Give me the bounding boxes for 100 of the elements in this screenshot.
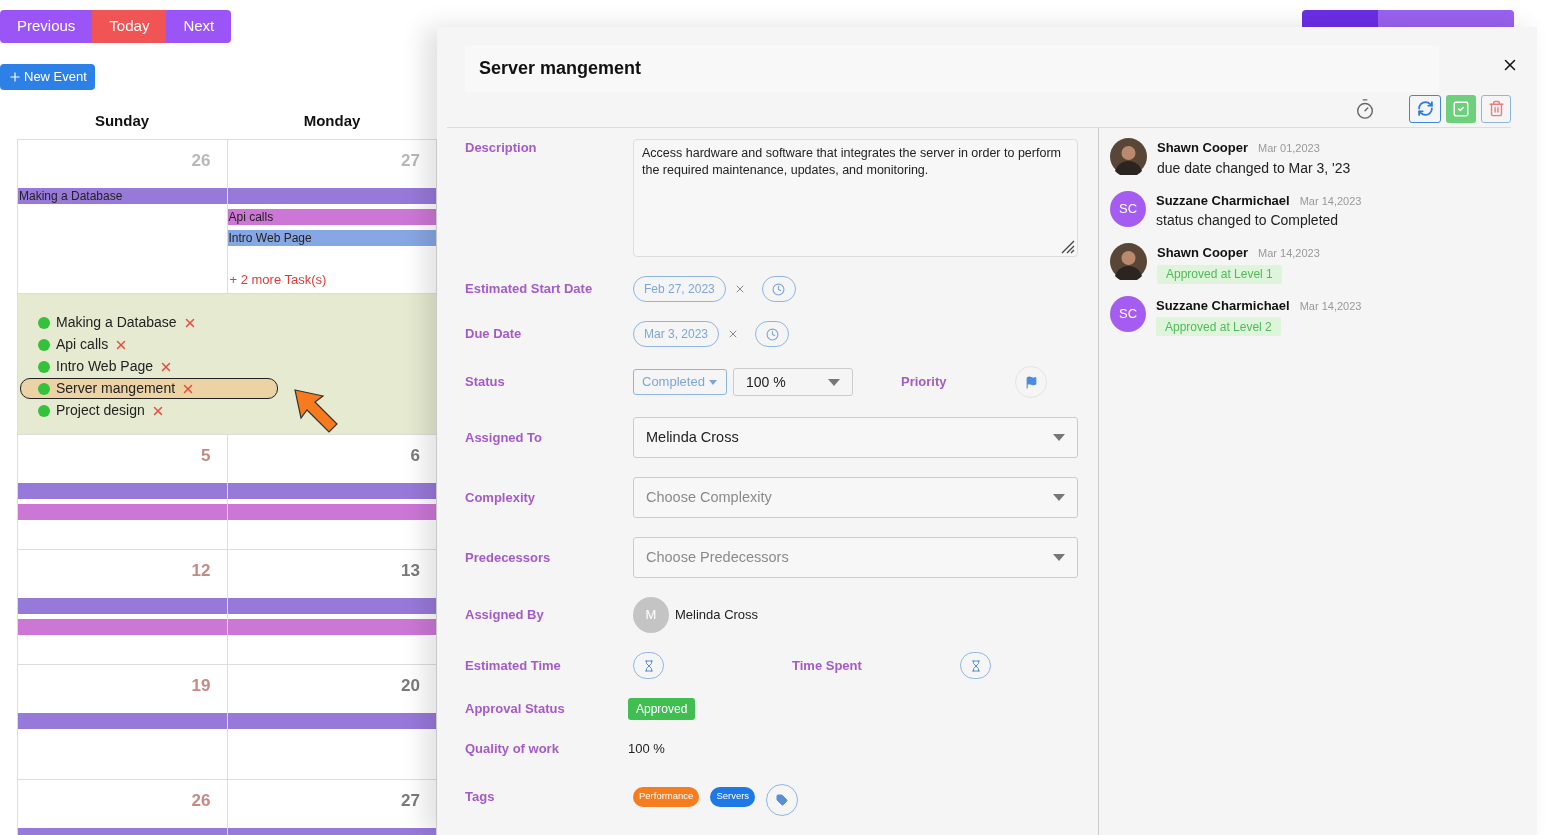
event-bar[interactable] [227,482,436,499]
field-label: Estimated Time [465,656,562,675]
activity-text: status changed to Completed [1156,211,1340,230]
activity-author: Suzzane Charmichael [1156,296,1290,315]
user-avatar [1110,243,1147,280]
clock-icon [772,282,786,296]
field-label: Approval Status [465,700,566,718]
field-label: Assigned To [465,428,544,447]
day-cell[interactable]: 27 [227,780,437,835]
stopwatch-icon[interactable] [1354,97,1376,120]
event-bar[interactable] [18,503,227,520]
day-number: 5 [201,445,211,467]
activity-date: Mar 14,2023 [1299,193,1362,209]
day-cell[interactable]: 6 [227,435,437,550]
day-cell[interactable]: 27 Api calls Intro Web Page + 2 more Task(s) [227,140,437,294]
task-list-item[interactable]: Intro Web Page [20,356,278,377]
day-number: 6 [410,445,420,467]
activity-author: Shawn Cooper [1157,139,1248,157]
event-bar[interactable] [18,618,227,635]
field-label: Status [465,373,506,391]
caret-icon [708,379,717,385]
caret-icon [1053,434,1065,441]
caret-icon [1053,554,1065,561]
resize-handle-icon [1059,238,1075,254]
user-avatar: M [633,597,669,633]
event-bar[interactable] [18,597,227,614]
day-cell[interactable]: 13 [227,550,437,665]
day-cell[interactable]: 26 Making a Database [18,140,228,294]
day-number: 20 [401,675,420,697]
description-field[interactable]: Access hardware and software that integrates the server in order to perform the required maintenance, updates, and monitoring. [633,139,1078,257]
field-label: Priority [901,373,948,392]
complete-button[interactable] [1446,94,1476,123]
day-cell[interactable]: 5 [18,435,228,550]
task-name: Making a Database [56,313,177,332]
task-list-item[interactable]: Making a Database [20,312,278,333]
nav-button[interactable]: Next [166,10,232,43]
event-bar[interactable]: Intro Web Page [227,229,436,246]
delete-button[interactable] [1481,94,1511,123]
day-cell[interactable]: 20 [227,665,437,780]
initials-avatar: SC [1110,190,1146,227]
select-field[interactable]: Choose Complexity [633,477,1078,518]
event-bar[interactable] [227,503,436,520]
tag-chip[interactable]: Servers [710,786,756,807]
day-number: 12 [191,560,211,582]
day-cell[interactable]: 26 [18,780,228,835]
field-label: Predecessors [465,548,552,567]
task-name: Intro Web Page [56,357,154,376]
event-bar[interactable] [227,597,436,614]
event-bar[interactable] [227,187,436,204]
clock-icon [765,327,779,341]
status-dropdown[interactable]: Completed [633,369,727,395]
activity-date: Mar 01,2023 [1258,141,1320,156]
tag-icon [776,793,789,806]
event-bar[interactable]: Api calls [227,208,436,225]
checkbox-icon [1452,99,1470,118]
tag-chip[interactable]: Performance [633,786,700,807]
quality-value: 100 % [628,740,665,758]
trash-icon [1487,100,1505,117]
task-name: Server mangement [56,379,176,398]
hourglass-icon [642,659,655,672]
new-event-button[interactable]: New Event [0,64,95,90]
select-field[interactable]: Choose Predecessors [633,537,1078,578]
day-cell[interactable]: 19 [18,665,228,780]
event-bar[interactable] [227,618,436,635]
cursor-arrow-icon [293,388,339,434]
plus-icon [8,70,22,84]
day-cell[interactable]: 12 [18,550,228,665]
select-field[interactable]: Melinda Cross [633,417,1078,458]
refresh-button[interactable] [1409,94,1441,123]
caret-icon [828,378,840,386]
event-bar[interactable] [18,482,227,499]
user-avatar [1110,138,1147,175]
refresh-icon [1416,100,1434,117]
task-name: Project design [56,401,145,420]
approved-badge: Approved [628,698,696,720]
day-number: 19 [191,675,211,697]
activity-date: Mar 14,2023 [1258,246,1320,261]
task-name: Api calls [56,335,109,354]
more-tasks-link[interactable]: + 2 more Task(s) [229,269,327,289]
event-bar[interactable]: Making a Database [18,187,227,204]
flag-icon [1024,375,1038,389]
task-list-item[interactable]: Project design [20,400,278,421]
field-label: Assigned By [465,606,545,624]
approval-note: Approved at Level 2 [1156,317,1281,336]
activity-text: due date changed to Mar 3, '23 [1157,158,1351,178]
task-list-item[interactable]: Api calls [20,334,278,355]
event-bar[interactable] [18,712,227,729]
activity-author: Suzzane Charmichael [1156,191,1290,210]
hourglass-button[interactable] [960,652,991,679]
progress-dropdown[interactable]: 100 % [733,368,853,396]
user-name: Melinda Cross [675,606,759,625]
nav-button[interactable]: Today [92,10,167,43]
panel-title: Server mangement [479,57,642,80]
nav-button[interactable]: Previous [0,10,93,43]
task-list-item[interactable]: Server mangement [20,378,278,399]
weekday-header: Sunday [93,110,151,131]
initials-avatar: SC [1110,295,1146,332]
event-bar[interactable] [227,712,436,729]
field-label: Complexity [465,488,537,507]
field-label: Description [465,139,538,157]
